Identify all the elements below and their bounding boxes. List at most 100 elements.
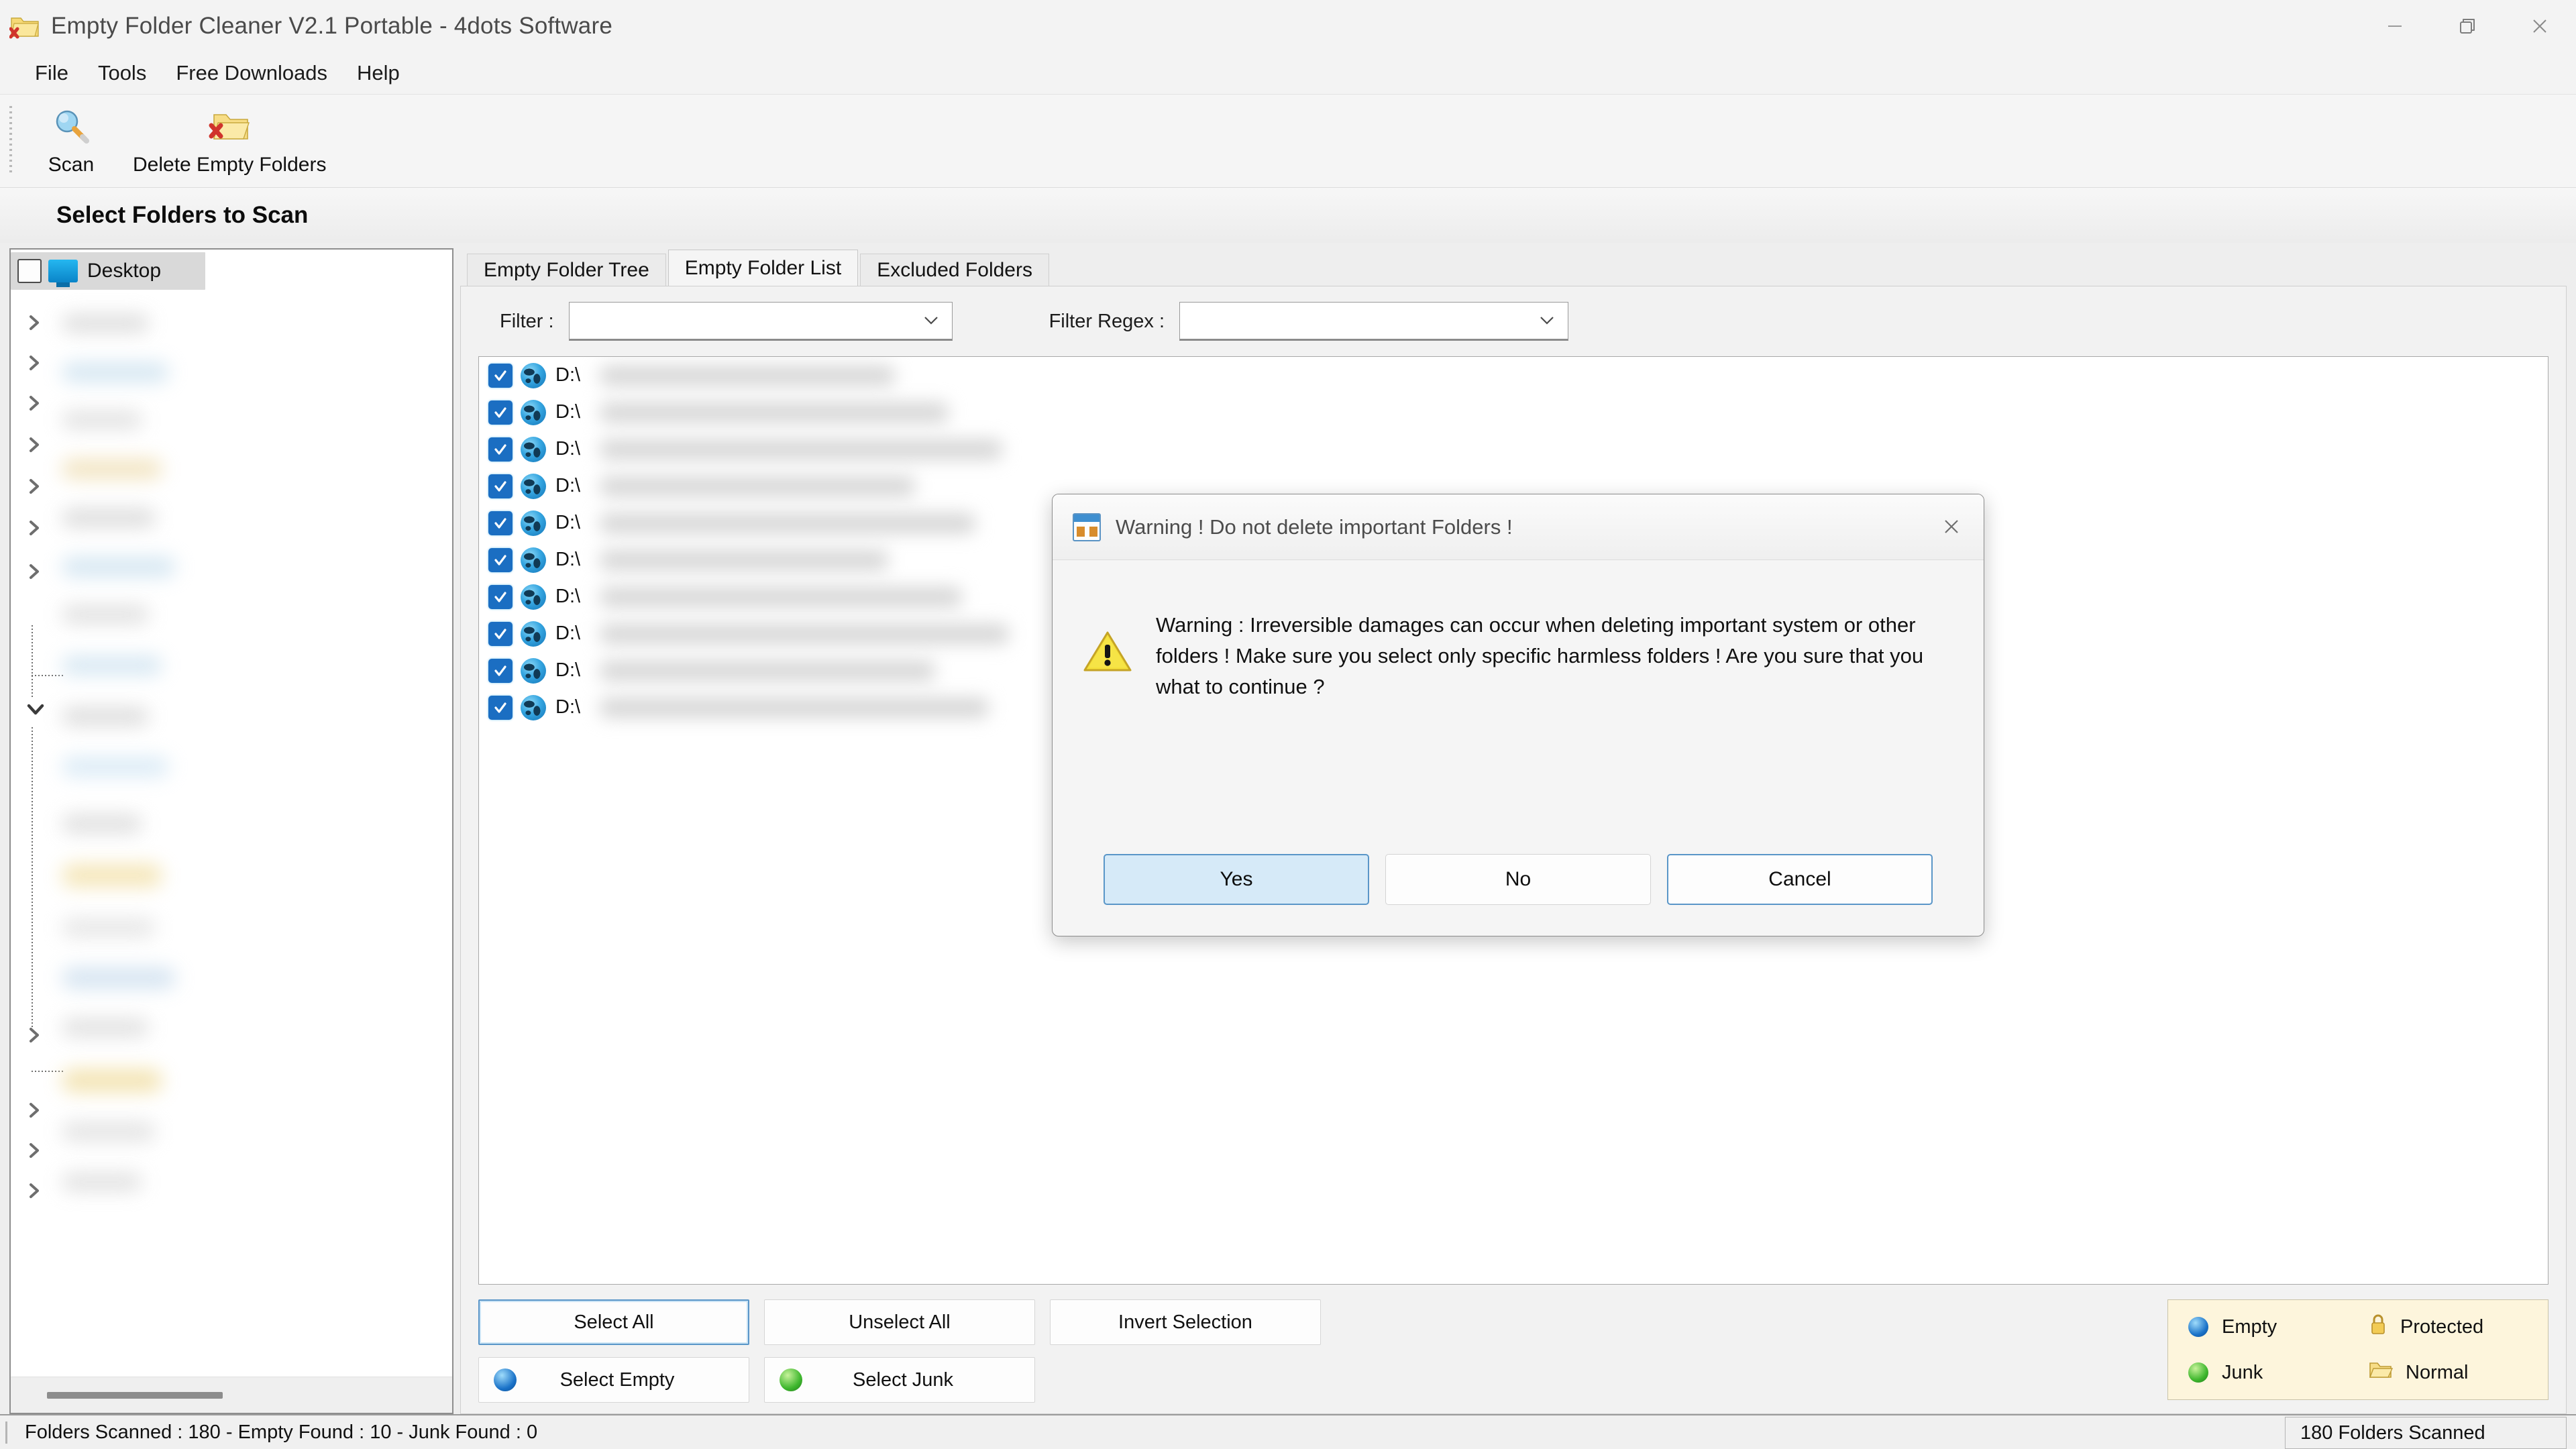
row-checkbox[interactable] (488, 547, 513, 572)
select-empty-button[interactable]: Select Empty (478, 1357, 749, 1403)
empty-dot-icon (2188, 1317, 2208, 1337)
tree-horizontal-scrollbar[interactable] (11, 1377, 452, 1413)
filter-label: Filter : (500, 310, 554, 332)
tree-expander-expanded-icon[interactable] (25, 699, 44, 716)
legend-label-junk: Junk (2222, 1361, 2263, 1383)
row-checkbox[interactable] (488, 474, 513, 498)
filter-regex-combobox[interactable] (1179, 302, 1569, 341)
globe-icon (521, 621, 546, 647)
row-checkbox[interactable] (488, 363, 513, 388)
folder-tree-panel: Desktop (9, 248, 453, 1414)
dialog-title-bar: Warning ! Do not delete important Folder… (1053, 494, 1984, 560)
tree-expander-icon[interactable] (25, 1026, 43, 1044)
tree-connector (32, 675, 65, 676)
delete-empty-folders-button[interactable]: Delete Empty Folders (118, 99, 341, 183)
redacted-tree-label (62, 1173, 142, 1191)
select-all-button[interactable]: Select All (478, 1299, 749, 1345)
select-junk-button[interactable]: Select Junk (764, 1357, 1035, 1403)
redacted-tree-label (62, 656, 162, 675)
row-path: D:\ (555, 401, 949, 423)
redacted-tree-label (62, 814, 142, 833)
row-path: D:\ (555, 512, 975, 534)
tab-strip: Empty Folder Tree Empty Folder List Excl… (460, 248, 2567, 286)
tab-empty-folder-list[interactable]: Empty Folder List (667, 250, 859, 286)
chevron-down-icon (1540, 317, 1554, 325)
redacted-tree-label (62, 1122, 156, 1142)
dialog-body: Warning : Irreversible damages can occur… (1053, 560, 1984, 854)
menu-item-tools[interactable]: Tools (83, 56, 161, 91)
row-path: D:\ (555, 659, 935, 682)
dialog-no-button[interactable]: No (1385, 854, 1651, 905)
monitor-icon (48, 260, 78, 287)
toolbar: Scan Delete Empty Folders (0, 94, 2576, 188)
tree-connector (32, 625, 33, 699)
tree-connector (32, 1071, 65, 1072)
dialog-message: Warning : Irreversible damages can occur… (1156, 613, 1924, 698)
globe-icon (521, 584, 546, 610)
row-path: D:\ (555, 438, 1002, 460)
row-checkbox[interactable] (488, 658, 513, 683)
row-checkbox[interactable] (488, 511, 513, 535)
tree-expander-icon[interactable] (25, 1102, 43, 1119)
folder-delete-icon (207, 105, 252, 147)
dialog-yes-button[interactable]: Yes (1104, 854, 1369, 905)
filter-row: Filter : Filter Regex : (461, 286, 2566, 356)
unselect-all-button[interactable]: Unselect All (764, 1299, 1035, 1345)
table-row[interactable]: D:\ (479, 394, 2548, 431)
tree-item-label: Desktop (87, 260, 162, 282)
tree-expander-icon[interactable] (25, 314, 43, 331)
invert-selection-button[interactable]: Invert Selection (1050, 1299, 1321, 1345)
redacted-tree-label (62, 314, 149, 333)
folder-tree[interactable]: Desktop (11, 250, 452, 1377)
legend-label-normal: Normal (2406, 1361, 2469, 1383)
dialog-close-button[interactable] (1919, 494, 1984, 559)
table-row[interactable]: D:\ (479, 357, 2548, 394)
close-button[interactable] (2504, 0, 2576, 52)
redacted-tree-label (62, 864, 162, 887)
redacted-tree-label (62, 1069, 162, 1092)
tree-expander-icon[interactable] (25, 394, 43, 412)
scan-button[interactable]: Scan (24, 99, 118, 183)
tree-expander-icon[interactable] (25, 1142, 43, 1159)
tab-excluded-folders[interactable]: Excluded Folders (860, 254, 1049, 286)
legend-label-empty: Empty (2222, 1316, 2277, 1338)
redacted-tree-label (62, 707, 149, 726)
scrollbar-thumb[interactable] (47, 1391, 223, 1399)
menu-item-file[interactable]: File (20, 56, 83, 91)
menu-item-free-downloads[interactable]: Free Downloads (161, 56, 342, 91)
redacted-tree-label (62, 411, 142, 429)
tree-item-checkbox[interactable] (17, 259, 42, 283)
tab-empty-folder-tree[interactable]: Empty Folder Tree (467, 254, 666, 286)
row-checkbox[interactable] (488, 437, 513, 462)
row-checkbox[interactable] (488, 621, 513, 646)
window-controls (2359, 0, 2576, 52)
tree-expander-icon[interactable] (25, 436, 43, 453)
globe-icon (521, 436, 546, 462)
tree-expander-icon[interactable] (25, 478, 43, 495)
globe-icon (521, 362, 546, 388)
tree-item-desktop[interactable]: Desktop (11, 252, 205, 290)
minimize-button[interactable] (2359, 0, 2431, 52)
select-empty-label: Select Empty (559, 1368, 675, 1391)
status-text-left: Folders Scanned : 180 - Empty Found : 10… (5, 1421, 537, 1444)
redacted-tree-label (62, 459, 162, 479)
dialog-cancel-button[interactable]: Cancel (1667, 854, 1933, 905)
row-checkbox[interactable] (488, 400, 513, 425)
legend-item-normal: Normal (2368, 1359, 2548, 1386)
toolbar-grip[interactable] (9, 106, 12, 176)
tree-expander-icon[interactable] (25, 519, 43, 537)
table-row[interactable]: D:\ (479, 431, 2548, 468)
redacted-tree-label (62, 508, 156, 527)
warning-triangle-icon (1082, 629, 1133, 678)
tree-expander-icon[interactable] (25, 1182, 43, 1199)
redacted-tree-label (62, 757, 169, 777)
row-checkbox[interactable] (488, 695, 513, 720)
row-checkbox[interactable] (488, 584, 513, 609)
status-text-right: 180 Folders Scanned (2285, 1417, 2567, 1449)
tree-expander-icon[interactable] (25, 354, 43, 372)
filter-combobox[interactable] (568, 302, 953, 341)
restore-button[interactable] (2431, 0, 2504, 52)
tree-expander-icon[interactable] (25, 563, 43, 580)
globe-icon (521, 694, 546, 720)
menu-item-help[interactable]: Help (342, 56, 415, 91)
